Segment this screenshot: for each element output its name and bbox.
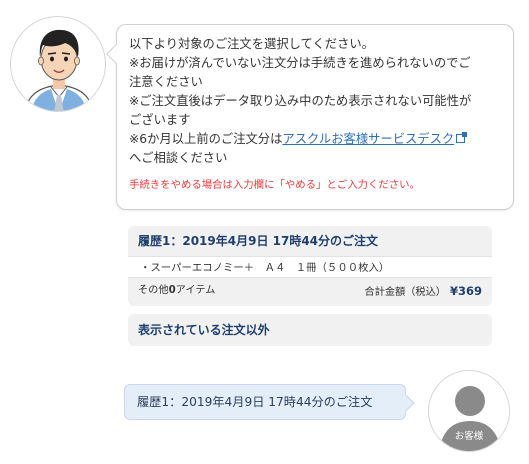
message-line: ございます [129, 113, 191, 127]
other-items-prefix: その他 [138, 285, 169, 296]
cancel-instruction: 手続きをやめる場合は入力欄に「やめる」とご入力ください。 [129, 179, 420, 191]
other-items-suffix: アイテム [175, 285, 216, 296]
order-total: 合計金額（税込） ¥369 [364, 278, 482, 304]
message-line: 以下より対象のご注文を選択してください。 [129, 37, 374, 51]
message-line: ※ご注文直後はデータ取り込み中のため表示されない可能性が [129, 94, 472, 108]
operator-avatar-icon [24, 29, 94, 111]
other-orders-button[interactable]: 表示されている注文以外 [128, 314, 492, 346]
operator-avatar [10, 16, 106, 112]
operator-message-text: 以下より対象のご注文を選択してください。 ※お届けが済んでいない注文分は手続きを… [129, 35, 503, 168]
message-line: ※6か月以上前のご注文分はアスクルお客様サービスデスク [129, 130, 503, 149]
other-items-count: その他0アイテム [138, 278, 215, 304]
other-items-number: 0 [168, 285, 176, 296]
total-value: ¥369 [449, 284, 482, 298]
message-line: へご相談ください [129, 151, 228, 165]
customer-message-bubble: 履歴1：2019年4月9日 17時44分のご注文 [124, 384, 415, 420]
customer-avatar: お客様 [428, 370, 510, 452]
service-desk-link[interactable]: アスクルお客様サービスデスク [282, 132, 454, 146]
operator-message-bubble: 以下より対象のご注文を選択してください。 ※お届けが済んでいない注文分は手続きを… [106, 24, 514, 210]
order-history-card[interactable]: 履歴1：2019年4月9日 17時44分のご注文 ・スーパーエコノミー＋ Ａ４ … [128, 226, 492, 306]
message-line-prefix: ※6か月以上前のご注文分は [129, 132, 283, 146]
order-item: ・スーパーエコノミー＋ Ａ４ １冊（５００枚入） [128, 256, 492, 278]
order-card-header[interactable]: 履歴1：2019年4月9日 17時44分のご注文 [128, 226, 492, 256]
bubble-tail [397, 394, 415, 412]
message-line: ※お届けが済んでいない注文分は手続きを進められないのでご [129, 56, 471, 70]
total-label: 合計金額（税込） [364, 287, 446, 298]
external-link-icon[interactable] [456, 132, 468, 143]
message-line: 注意ください [129, 75, 203, 89]
customer-avatar-label: お客様 [454, 431, 484, 442]
order-card-footer: その他0アイテム 合計金額（税込） ¥369 [128, 278, 492, 304]
bubble-tail [106, 44, 126, 64]
customer-message-text: 履歴1：2019年4月9日 17時44分のご注文 [137, 395, 373, 409]
